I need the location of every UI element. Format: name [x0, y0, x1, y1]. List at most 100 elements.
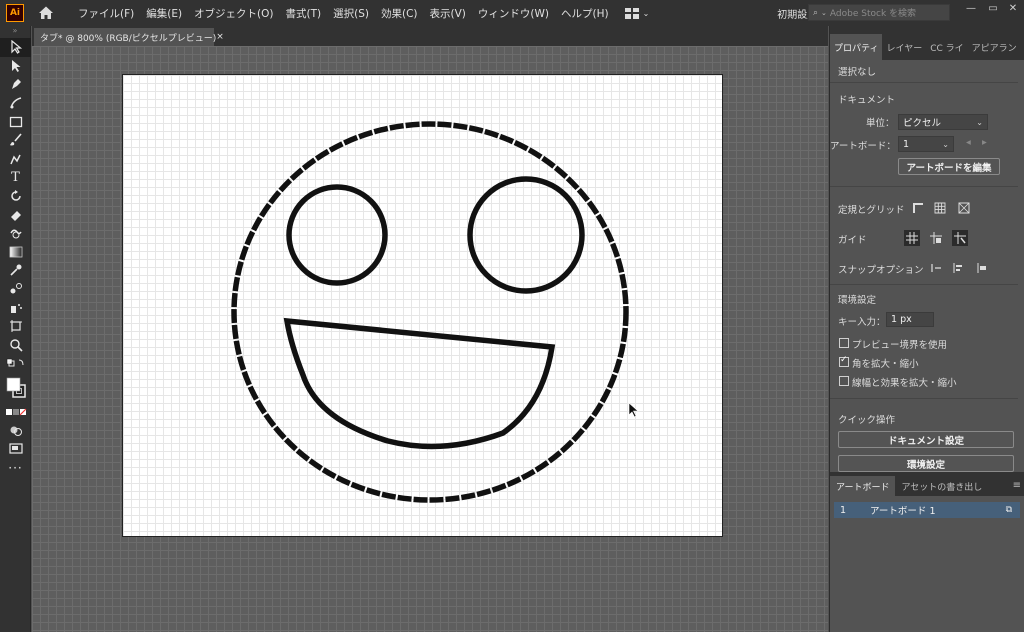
ruler-icon[interactable] [910, 200, 926, 216]
close-tab-icon[interactable]: × [216, 32, 224, 42]
document-setup-button[interactable]: ドキュメント設定 [838, 431, 1014, 448]
snap-options-label: スナップオプション [838, 265, 924, 276]
rotate-tool-icon[interactable] [0, 187, 31, 206]
artboard[interactable] [122, 74, 723, 537]
swap-fill-stroke-icon[interactable] [0, 354, 31, 373]
prev-artboard-icon[interactable]: ◂ [966, 137, 971, 148]
scale-corners-checkbox[interactable] [839, 355, 849, 367]
unit-value: ピクセル [903, 118, 942, 129]
snap-to-glyph-icon[interactable] [974, 260, 990, 276]
menu-type[interactable]: 書式(T) [280, 6, 328, 21]
menu-window[interactable]: ウィンドウ(W) [472, 6, 555, 21]
show-guides-icon[interactable] [904, 230, 920, 246]
color-mode-icons[interactable] [0, 403, 31, 422]
properties-body: 選択なし ドキュメント 単位： ピクセル ⌄ アートボード： 1 ⌄ ◂ ▸ アート… [830, 60, 1024, 500]
artboard-list-item[interactable]: 1 アートボード 1 ⧉ [834, 502, 1020, 518]
use-preview-bounds-label: プレビュー境界を使用 [852, 340, 948, 351]
lock-guides-icon[interactable] [928, 230, 944, 246]
more-tools-icon[interactable]: ··· [0, 458, 31, 477]
tab-properties[interactable]: プロパティ [830, 34, 883, 60]
stock-search-placeholder: Adobe Stock を検索 [829, 9, 917, 19]
snap-to-point-icon[interactable] [928, 260, 944, 276]
transparency-grid-icon[interactable] [956, 200, 972, 216]
artboard-index: 1 [840, 504, 847, 516]
app-logo: Ai [6, 4, 24, 22]
tab-asset-export[interactable]: アセットの書き出し [895, 476, 988, 496]
zoom-tool-icon[interactable] [0, 336, 31, 355]
keyboard-increment-input[interactable]: 1 px [886, 312, 934, 327]
fill-stroke-swatch[interactable] [0, 373, 31, 403]
key-input-label: キー入力： [838, 317, 886, 328]
tab-appearance[interactable]: アピアラン [968, 34, 1021, 60]
screen-mode-icon[interactable] [0, 440, 31, 459]
artboard-value: 1 [903, 138, 910, 150]
gradient-tool-icon[interactable] [0, 243, 31, 262]
home-icon[interactable] [38, 5, 54, 21]
menu-object[interactable]: オブジェクト(O) [188, 6, 279, 21]
menu-effect[interactable]: 効果(C) [375, 6, 424, 21]
curvature-tool-icon[interactable] [0, 94, 31, 113]
tab-layers[interactable]: レイヤー [882, 34, 926, 60]
direct-selection-tool-icon[interactable] [0, 57, 31, 76]
chevron-down-icon: ⌄ [942, 139, 949, 149]
arrange-documents-button[interactable]: ⌄ [624, 7, 649, 19]
key-input-value: 1 px [891, 314, 912, 325]
mouth [283, 317, 556, 450]
panel-menu-icon[interactable]: ≡ [1013, 480, 1021, 491]
artboard-options-icon[interactable]: ⧉ [1006, 505, 1012, 515]
rectangle-tool-icon[interactable] [0, 112, 31, 131]
preferences-button[interactable]: 環境設定 [838, 455, 1014, 472]
search-icon: ⌕ [813, 7, 819, 18]
artboard-name: アートボード 1 [870, 506, 936, 517]
left-eye [286, 184, 388, 286]
unit-select[interactable]: ピクセル ⌄ [898, 114, 988, 130]
face-outline [231, 121, 629, 503]
document-tab[interactable]: タブ* @ 800% (RGB/ピクセルプレビュー) × [34, 28, 224, 46]
use-preview-bounds-checkbox[interactable] [839, 338, 849, 348]
panel-grip-icon[interactable]: » [0, 26, 30, 38]
next-artboard-icon[interactable]: ▸ [982, 137, 987, 148]
divider [830, 186, 1018, 187]
smiley-artwork[interactable] [123, 75, 724, 538]
menu-bar: Ai ファイル(F) 編集(E) オブジェクト(O) 書式(T) 選択(S) 効… [0, 0, 1024, 26]
quick-actions-header: クイック操作 [838, 415, 896, 426]
tab-artboards[interactable]: アートボード [830, 476, 896, 496]
shaper-tool-icon[interactable] [0, 150, 31, 169]
smart-guides-icon[interactable] [952, 230, 968, 246]
canvas-area[interactable] [32, 46, 828, 632]
document-header: ドキュメント [838, 95, 896, 106]
menu-file[interactable]: ファイル(F) [72, 6, 140, 21]
menu-edit[interactable]: 編集(E) [140, 6, 188, 21]
blend-tool-icon[interactable] [0, 280, 31, 299]
artboards-panel: アートボード アセットの書き出し ≡ 1 アートボード 1 ⧉ [830, 472, 1024, 632]
menu-help[interactable]: ヘルプ(H) [555, 6, 615, 21]
artboards-panel-tabs: アートボード アセットの書き出し ≡ [830, 474, 1024, 496]
document-tab-title: タブ* @ 800% (RGB/ピクセルプレビュー) [40, 33, 217, 44]
document-tabs: タブ* @ 800% (RGB/ピクセルプレビュー) × [32, 26, 828, 46]
snap-to-pixel-icon[interactable] [950, 260, 966, 276]
type-tool-icon[interactable]: T [0, 168, 31, 187]
mouse-cursor-icon [628, 402, 639, 418]
selection-tool-icon[interactable] [0, 38, 31, 57]
warp-tool-icon[interactable] [0, 224, 31, 243]
artboard-tool-icon[interactable] [0, 317, 31, 336]
no-selection-label: 選択なし [838, 67, 877, 78]
stock-search-input[interactable]: ⌕ ⌄ Adobe Stock を検索 [808, 4, 950, 21]
scale-strokes-effects-checkbox[interactable] [839, 376, 849, 386]
menu-select[interactable]: 選択(S) [327, 6, 375, 21]
close-icon[interactable]: ✕ [1000, 0, 1024, 16]
symbol-sprayer-tool-icon[interactable] [0, 298, 31, 317]
tools-panel: » T ··· [0, 26, 31, 632]
artboard-select[interactable]: 1 ⌄ [898, 136, 954, 152]
paintbrush-tool-icon[interactable] [0, 131, 31, 150]
grid-icon[interactable] [932, 200, 948, 216]
eraser-tool-icon[interactable] [0, 205, 31, 224]
right-eye [467, 176, 585, 294]
menu-view[interactable]: 表示(V) [424, 6, 472, 21]
edit-artboard-button[interactable]: アートボードを編集 [898, 158, 1000, 175]
eyedropper-tool-icon[interactable] [0, 261, 31, 280]
panel-tabs: プロパティ レイヤー CC ライ アピアラン [830, 26, 1024, 60]
pen-tool-icon[interactable] [0, 75, 31, 94]
tab-cc-libraries[interactable]: CC ライ [926, 34, 967, 60]
drawing-mode-icon[interactable] [0, 421, 31, 440]
